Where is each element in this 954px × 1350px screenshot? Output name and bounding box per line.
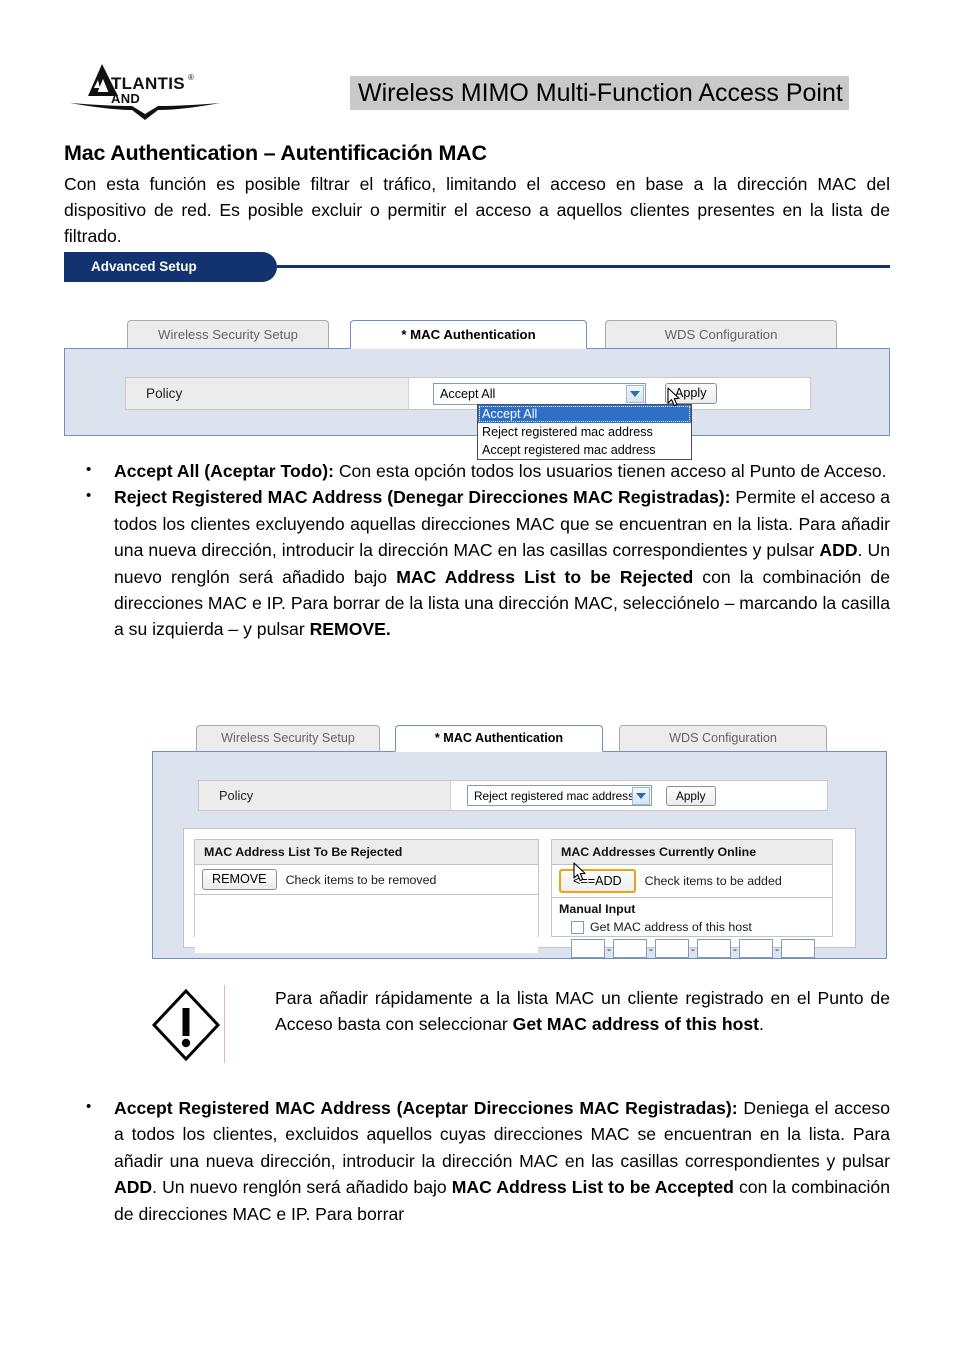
chevron-down-icon[interactable] [626,384,644,403]
bullet-lead-reject: Reject Registered MAC Address (Denegar D… [114,487,731,508]
add-button[interactable]: <==ADD [559,869,636,893]
manual-input-title: Manual Input [559,902,636,916]
remove-hint: Check items to be removed [285,872,437,887]
mac-octet-1[interactable] [571,939,605,958]
bullet-list-upper: Accept All (Aceptar Todo): Con esta opci… [64,457,890,643]
mac-lists-container: MAC Address List To Be Rejected REMOVE C… [183,828,856,958]
list-item-reject-registered: Reject Registered MAC Address (Denegar D… [64,483,890,642]
policy-select-value-2: Reject registered mac address [474,789,634,803]
mac-octet-6[interactable] [781,939,815,958]
tab-bar-2: Wireless Security Setup * MAC Authentica… [152,725,887,752]
policy-select-value: Accept All [440,386,496,401]
screenshot-mac-auth-policy-dropdown: Advanced Setup Wireless Security Setup *… [64,252,890,460]
note-text-part-2: . [759,1014,764,1035]
get-mac-checkbox-label: Get MAC address of this host [590,920,752,934]
bullet-list-lower: Accept Registered MAC Address (Aceptar D… [64,1094,890,1227]
remove-action-row: REMOVE Check items to be removed [195,865,538,895]
screenshot-mac-auth-lists: Wireless Security Setup * MAC Authentica… [152,725,887,960]
bullet-bold-list-accepted: MAC Address List to be Accepted [451,1177,734,1198]
list-item-accept-all: Accept All (Aceptar Todo): Con esta opci… [64,457,890,484]
apply-button[interactable]: Apply [665,383,717,404]
remove-button[interactable]: REMOVE [202,869,277,890]
warning-exclamation-diamond-icon [151,988,221,1062]
add-hint: Check items to be added [644,874,782,888]
policy-row: Policy Accept All Apply [125,377,811,410]
tab-bar: Wireless Security Setup * MAC Authentica… [64,320,890,349]
mac-online-list-header: MAC Addresses Currently Online [552,840,832,865]
note-bold: Get MAC address of this host [512,1014,759,1035]
mac-octet-4[interactable] [697,939,731,958]
octet-separator-5: - [775,941,779,956]
mac-octet-fields: - - - - - [559,939,825,958]
add-action-row: <==ADD Check items to be added [552,865,832,898]
apply-button-2[interactable]: Apply [666,785,716,806]
dropdown-option-accept-all[interactable]: Accept All [478,405,691,423]
octet-separator-2: - [649,941,653,956]
document-body: Mac Authentication – Autentificación MAC… [64,140,890,249]
policy-dropdown-list[interactable]: Accept All Reject registered mac address… [477,404,692,460]
dropdown-option-reject-registered[interactable]: Reject registered mac address [478,423,691,441]
advanced-setup-banner-row: Advanced Setup [64,252,890,282]
tab-wds-configuration-2[interactable]: WDS Configuration [619,725,827,752]
octet-separator-1: - [607,941,611,956]
advanced-setup-banner: Advanced Setup [64,252,277,282]
policy-row-2: Policy Reject registered mac address App… [198,780,828,811]
bullet-lead-accept-all: Accept All (Aceptar Todo): [114,461,334,481]
svg-text:AND: AND [111,91,140,106]
tab-mac-authentication-2[interactable]: * MAC Authentication [395,725,603,752]
tab-wds-configuration[interactable]: WDS Configuration [605,320,837,349]
header-title: Wireless MIMO Multi-Function Access Poin… [350,76,849,110]
list-item-accept-registered: Accept Registered MAC Address (Aceptar D… [64,1094,890,1227]
tab-wireless-security-setup-2[interactable]: Wireless Security Setup [196,725,380,752]
bullet-lead-accept-registered: Accept Registered MAC Address (Aceptar D… [114,1098,738,1118]
mac-rejected-list-panel: MAC Address List To Be Rejected REMOVE C… [194,839,539,953]
bullet-bold-remove: REMOVE. [309,619,391,640]
mac-octet-5[interactable] [739,939,773,958]
mac-online-list-panel: MAC Addresses Currently Online <==ADD Ch… [551,839,833,958]
page-title: Mac Authentication – Autentificación MAC [64,141,487,165]
tab-mac-authentication[interactable]: * MAC Authentication [350,320,587,349]
warning-note-text: Para añadir rápidamente a la lista MAC u… [225,985,890,1038]
manual-input-block: Manual Input Get MAC address of this hos… [552,898,832,964]
policy-controls: Accept All Apply [409,382,717,405]
get-mac-checkbox[interactable] [571,920,584,934]
tab-wireless-security-setup[interactable]: Wireless Security Setup [127,320,329,349]
bullet-text-accept-2: . Un nuevo renglón será añadido bajo [152,1177,452,1198]
logo-svg: TLANTIS ® AND [70,64,220,120]
get-mac-checkbox-row: Get MAC address of this host [559,920,825,934]
bullet-text-accept-all: Con esta opción todos los usuarios tiene… [333,461,887,481]
intro-paragraph: Con esta función es posible filtrar el t… [64,174,890,246]
policy-label-2: Policy [199,781,451,810]
mac-octet-2[interactable] [613,939,647,958]
chevron-down-icon-2[interactable] [632,787,650,805]
bullet-bold-add: ADD [819,540,858,561]
policy-select-2[interactable]: Reject registered mac address [467,785,652,806]
warning-icon-wrap [150,985,222,1065]
svg-text:®: ® [188,73,194,82]
policy-controls-2: Reject registered mac address Apply [451,785,716,806]
mac-rejected-list-body [195,895,538,953]
octet-separator-3: - [691,941,695,956]
page-header: TLANTIS ® AND Wireless MIMO Multi-Functi… [0,0,954,130]
atlantis-land-logo: TLANTIS ® AND [70,58,220,120]
octet-separator-4: - [733,941,737,956]
warning-note: Para añadir rápidamente a la lista MAC u… [150,985,890,1065]
policy-select[interactable]: Accept All [433,382,646,405]
bullet-bold-list-rejected: MAC Address List to be Rejected [396,566,694,587]
mac-lists-panel: Policy Reject registered mac address App… [152,751,887,959]
bullet-bold-add-2: ADD [114,1177,153,1198]
mac-rejected-list-header: MAC Address List To Be Rejected [195,840,538,865]
banner-rule [277,265,890,268]
policy-label: Policy [126,378,409,409]
mac-octet-3[interactable] [655,939,689,958]
dropdown-option-accept-registered[interactable]: Accept registered mac address [478,441,691,459]
